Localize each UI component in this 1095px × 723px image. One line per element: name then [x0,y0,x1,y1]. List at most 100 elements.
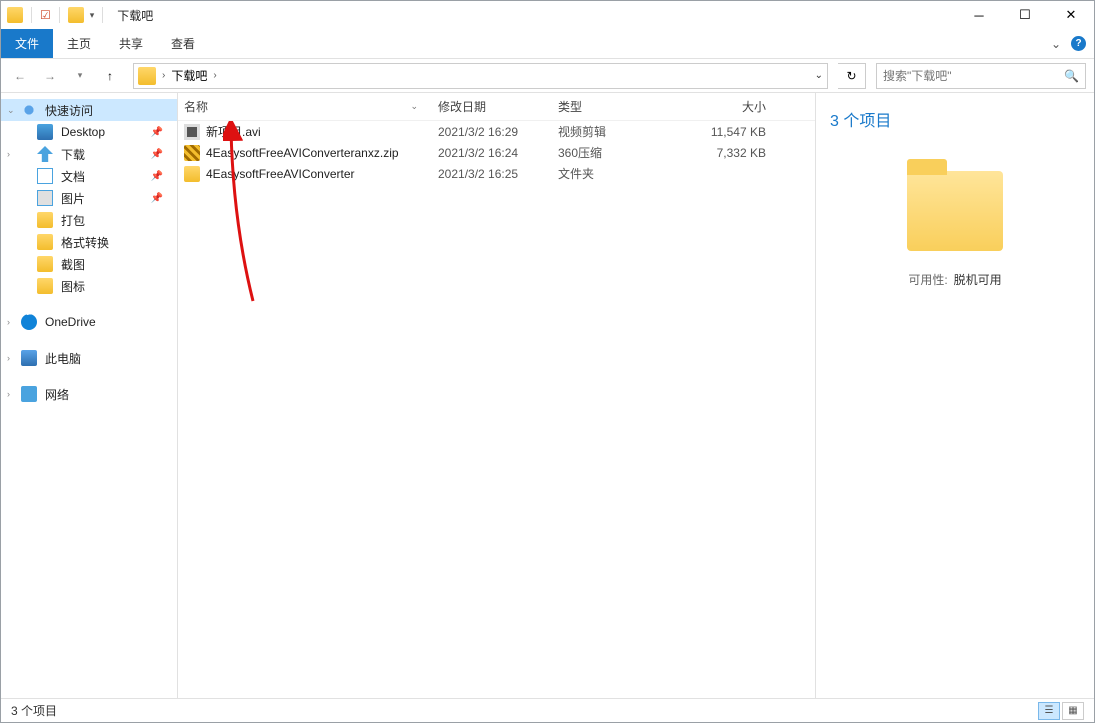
file-size: 11,547 KB [678,125,778,139]
maximize-button[interactable]: ☐ [1002,1,1048,29]
close-button[interactable]: ✕ [1048,1,1094,29]
tab-share[interactable]: 共享 [105,29,157,58]
pin-icon: 📌 [151,171,163,182]
folder-icon [37,256,53,272]
up-button[interactable]: ↑ [97,63,123,89]
sidebar-item-label: 下载 [61,146,85,163]
file-list-area: 名称 ⌄ 修改日期 类型 大小 新项目.avi 2021/3/2 16:29 视… [178,93,816,698]
preview-title: 3 个项目 [830,107,891,131]
table-row[interactable]: 4EasysoftFreeAVIConverteranxz.zip 2021/3… [178,142,815,163]
sidebar-item-folder[interactable]: 图标 [1,275,177,297]
file-name: 4EasysoftFreeAVIConverteranxz.zip [206,146,399,160]
folder-icon [37,212,53,228]
sidebar-item-label: 图标 [61,278,85,295]
sidebar-item-label: 文档 [61,168,85,185]
help-icon[interactable]: ? [1071,36,1086,51]
sidebar-item-folder[interactable]: 截图 [1,253,177,275]
search-box[interactable]: 🔍 [876,63,1086,89]
ribbon-collapse-icon[interactable]: ⌄ [1051,37,1061,51]
file-type: 视频剪辑 [558,123,678,140]
star-icon [21,102,37,118]
sidebar-item-label: 打包 [61,212,85,229]
search-input[interactable] [883,69,1064,83]
address-bar[interactable]: › 下载吧 › ⌄ [133,63,828,89]
recent-dropdown[interactable]: ▾ [67,63,93,89]
ribbon-right: ⌄ ? [1051,29,1094,58]
sidebar-item-folder[interactable]: 格式转换 [1,231,177,253]
tab-home[interactable]: 主页 [53,29,105,58]
minimize-button[interactable]: ─ [956,1,1002,29]
sort-icon: ⌄ [410,101,418,112]
sidebar-item-onedrive[interactable]: › OneDrive [1,311,177,333]
details-view-button[interactable]: ☰ [1038,702,1060,720]
status-bar: 3 个项目 ☰ ▦ [1,698,1094,722]
file-name: 新项目.avi [206,123,261,140]
sidebar-item-label: 图片 [61,190,85,207]
tab-view[interactable]: 查看 [157,29,209,58]
chevron-right-icon[interactable]: › [7,317,10,327]
onedrive-icon [21,314,37,330]
title-bar: ☑ ▾ 下载吧 ─ ☐ ✕ [1,1,1094,29]
picture-icon [37,190,53,206]
checkbox-icon[interactable]: ☑ [40,8,51,22]
column-header-size[interactable]: 大小 [678,98,778,115]
sidebar-item-desktop[interactable]: Desktop 📌 [1,121,177,143]
folder-icon[interactable] [68,7,84,23]
chevron-right-icon[interactable]: › [160,70,167,81]
chevron-down-icon[interactable]: ▾ [90,10,95,21]
separator [102,7,103,23]
window-controls: ─ ☐ ✕ [956,1,1094,29]
sidebar-item-quick-access[interactable]: ⌄ 快速访问 [1,99,177,121]
zip-file-icon [184,145,200,161]
forward-button[interactable]: → [37,63,63,89]
chevron-right-icon[interactable]: › [7,149,10,159]
refresh-button[interactable]: ↻ [838,63,866,89]
ribbon: 文件 主页 共享 查看 ⌄ ? [1,29,1094,59]
table-row[interactable]: 新项目.avi 2021/3/2 16:29 视频剪辑 11,547 KB [178,121,815,142]
folder-icon [37,234,53,250]
folder-icon [7,7,23,23]
availability-value: 脱机可用 [954,271,1002,288]
separator [31,7,32,23]
table-row[interactable]: 4EasysoftFreeAVIConverter 2021/3/2 16:25… [178,163,815,184]
address-dropdown[interactable]: ⌄ [815,70,823,81]
sidebar-item-network[interactable]: › 网络 [1,383,177,405]
file-size: 7,332 KB [678,146,778,160]
sidebar-item-downloads[interactable]: › 下载 📌 [1,143,177,165]
folder-icon [184,166,200,182]
folder-preview-icon [907,171,1003,251]
chevron-down-icon[interactable]: ⌄ [7,105,15,116]
pin-icon: 📌 [151,193,163,204]
column-header-type[interactable]: 类型 [558,98,678,115]
sidebar-item-this-pc[interactable]: › 此电脑 [1,347,177,369]
column-header-date[interactable]: 修改日期 [438,98,558,115]
preview-info: 可用性: 脱机可用 [908,271,1001,288]
quick-access-toolbar: ☑ ▾ [7,7,107,23]
sidebar-item-label: OneDrive [45,315,96,329]
sidebar-item-folder[interactable]: 打包 [1,209,177,231]
column-header-name[interactable]: 名称 ⌄ [178,98,438,115]
video-file-icon [184,124,200,140]
file-list-header: 名称 ⌄ 修改日期 类型 大小 [178,93,815,121]
sidebar-item-label: 截图 [61,256,85,273]
chevron-right-icon[interactable]: › [7,353,10,363]
sidebar-item-pictures[interactable]: 图片 📌 [1,187,177,209]
navigation-bar: ← → ▾ ↑ › 下载吧 › ⌄ ↻ 🔍 [1,59,1094,93]
sidebar-item-label: 快速访问 [45,102,93,119]
chevron-right-icon[interactable]: › [7,389,10,399]
download-icon [37,146,53,162]
search-icon[interactable]: 🔍 [1064,69,1079,83]
chevron-right-icon[interactable]: › [211,70,218,81]
view-buttons: ☰ ▦ [1038,702,1084,720]
icons-view-button[interactable]: ▦ [1062,702,1084,720]
back-button[interactable]: ← [7,63,33,89]
pin-icon: 📌 [151,149,163,160]
document-icon [37,168,53,184]
breadcrumb-item[interactable]: 下载吧 [167,67,211,84]
file-date: 2021/3/2 16:29 [438,125,558,139]
status-text: 3 个项目 [11,702,57,719]
sidebar-item-documents[interactable]: 文档 📌 [1,165,177,187]
window-title: 下载吧 [117,7,153,24]
file-type: 文件夹 [558,165,678,182]
tab-file[interactable]: 文件 [1,29,53,58]
